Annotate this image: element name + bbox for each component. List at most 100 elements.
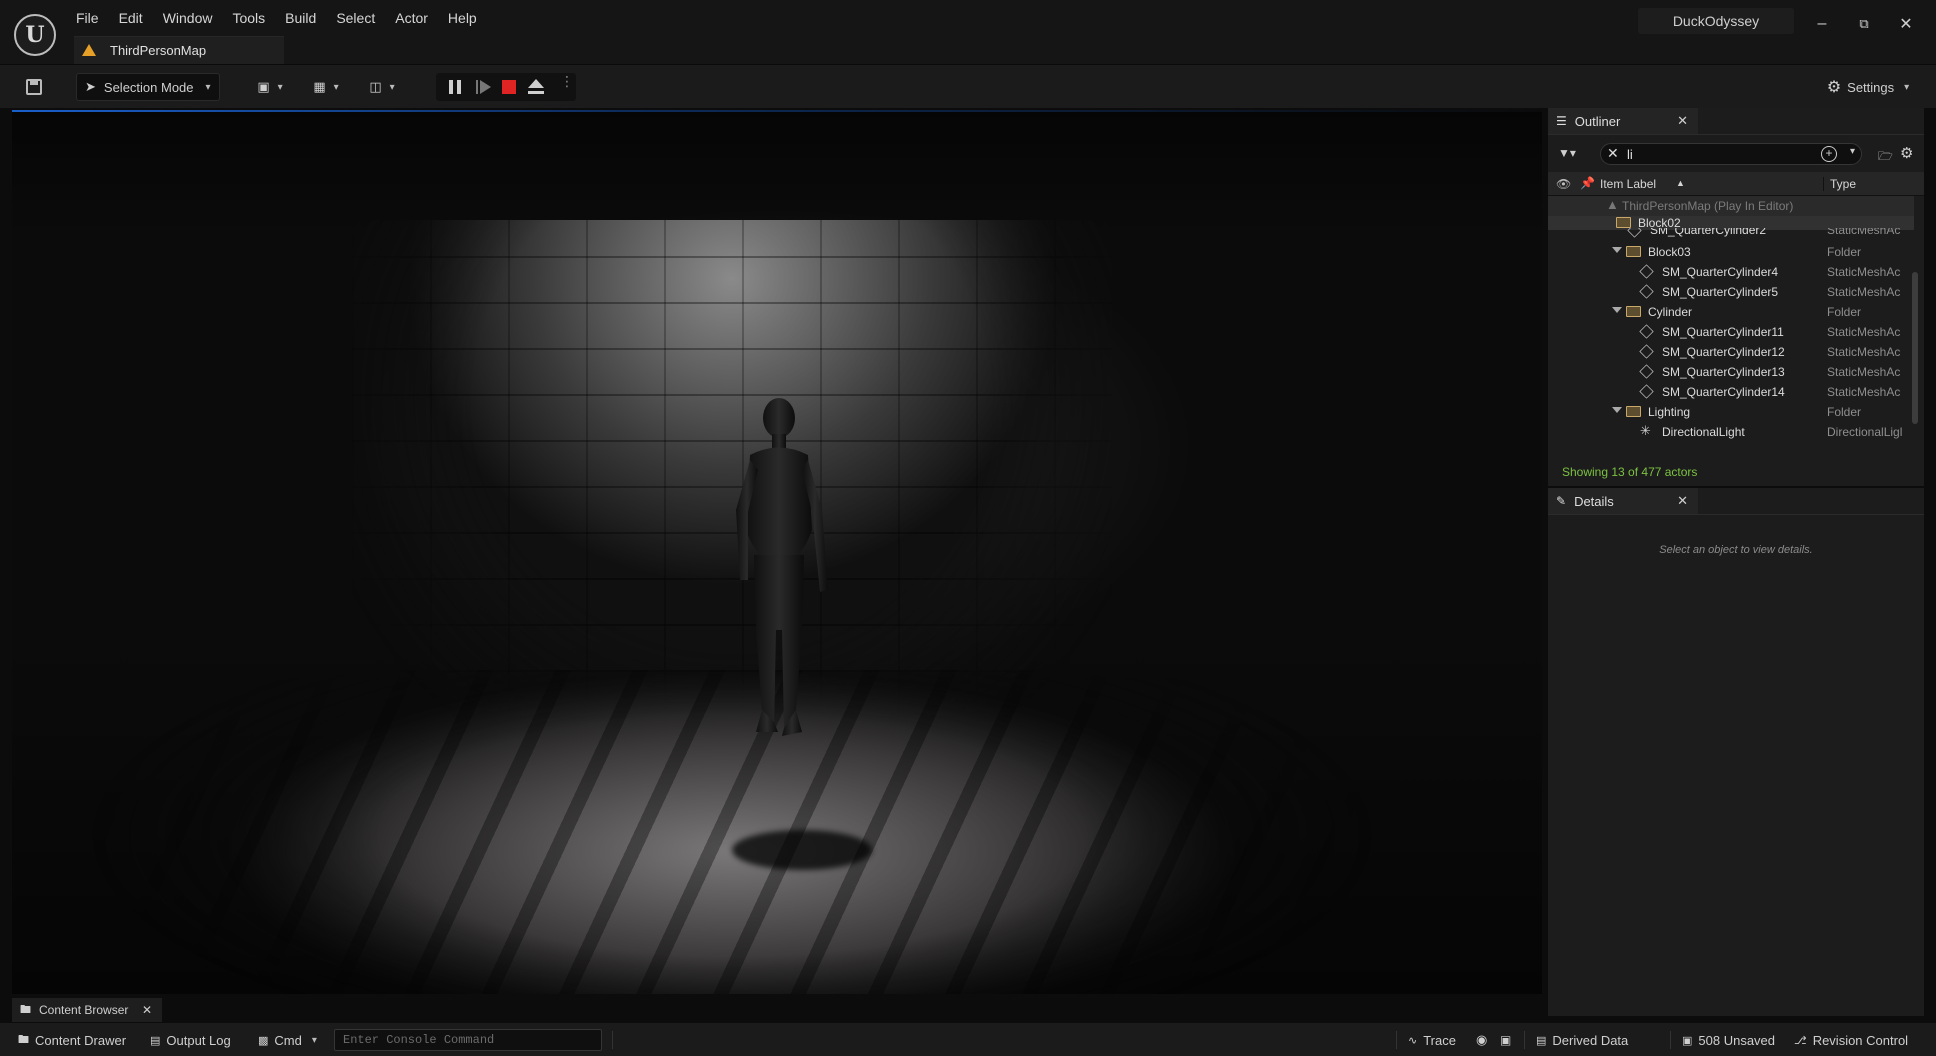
selection-mode-dropdown[interactable]: ➤ Selection Mode ▾ [76, 73, 220, 101]
static-mesh-icon [1639, 264, 1654, 279]
outliner-tab-label: Outliner [1574, 113, 1621, 129]
tree-row-folder[interactable]: Cylinder Folder [1548, 302, 1914, 322]
tree-row-actor[interactable]: SM_QuarterCylinder4 StaticMeshAc [1548, 262, 1914, 282]
tree-row-folder[interactable]: Block03 Folder [1548, 242, 1914, 262]
revision-control-label: Revision Control [1812, 1032, 1909, 1048]
row-type: StaticMeshAc [1827, 365, 1901, 379]
stop-icon[interactable] [502, 80, 516, 94]
tree-row-world[interactable]: ▲ ThirdPersonMap (Play In Editor) [1548, 196, 1914, 216]
revision-control-button[interactable]: ⎇ Revision Control [1794, 1031, 1908, 1049]
outliner-search-input[interactable] [1627, 146, 1797, 162]
row-name: SM_QuarterCylinder2 [1650, 228, 1767, 237]
outliner-search[interactable]: ✕ + ▾ [1600, 143, 1862, 165]
static-mesh-icon [1639, 384, 1654, 399]
details-tab-label: Details [1574, 493, 1614, 509]
trace-button[interactable]: ∿ Trace [1408, 1031, 1456, 1049]
clear-search-icon[interactable]: ✕ [1607, 145, 1619, 162]
level-viewport[interactable] [12, 110, 1542, 994]
visibility-icon[interactable]: 👁 [1556, 177, 1571, 191]
directional-light-icon: ✳ [1640, 423, 1651, 438]
play-controls: ⋮ [436, 73, 576, 101]
close-tab-icon[interactable]: ✕ [142, 1003, 152, 1017]
step-frame-icon[interactable] [476, 79, 492, 95]
expand-arrow-icon[interactable] [1612, 407, 1622, 413]
add-folder-icon[interactable]: 🗁 [1878, 147, 1893, 168]
world-icon: ▲ [1606, 197, 1619, 212]
cmd-dropdown[interactable]: ▩ Cmd ▾ [258, 1031, 317, 1049]
tree-row-actor[interactable]: ✳ DirectionalLight DirectionalLigl [1548, 422, 1914, 442]
outliner-scrollbar[interactable] [1912, 272, 1918, 424]
save-button[interactable] [20, 73, 48, 101]
menu-tools[interactable]: Tools [222, 8, 275, 30]
details-empty-message: Select an object to view details. [1659, 544, 1813, 556]
gear-icon[interactable]: ⚙ [1900, 144, 1913, 162]
menu-file[interactable]: File [66, 8, 109, 30]
row-name: SM_QuarterCylinder11 [1662, 325, 1784, 339]
derived-data-button[interactable]: ▤ Derived Data [1536, 1031, 1628, 1049]
tree-row-actor[interactable]: SM_QuarterCylinder5 StaticMeshAc [1548, 282, 1914, 302]
close-tab-icon[interactable]: ✕ [1677, 113, 1688, 129]
warning-icon [82, 43, 98, 58]
chevron-down-icon: ▾ [1904, 81, 1910, 93]
close-tab-icon[interactable]: ✕ [1677, 493, 1688, 509]
cinematics-button[interactable]: ◫ ▾ [362, 73, 402, 101]
close-window-icon[interactable]: ✕ [1886, 12, 1926, 36]
menu-build[interactable]: Build [275, 8, 326, 30]
filter-icon[interactable]: ▼▾ [1558, 146, 1580, 164]
tree-row-actor[interactable]: SM_QuarterCylinder12 StaticMeshAc [1548, 342, 1914, 362]
save-icon [26, 79, 42, 95]
more-options-icon[interactable]: ⋮ [560, 74, 574, 88]
pause-icon[interactable] [448, 80, 462, 94]
content-browser-tab[interactable]: 🖿 Content Browser ✕ [12, 998, 162, 1022]
content-drawer-button[interactable]: 🖿 Content Drawer [18, 1031, 126, 1049]
clapperboard-icon: ◫ [369, 79, 382, 94]
add-actor-button[interactable]: ▣ ▾ [250, 73, 290, 101]
chevron-down-icon[interactable]: ▾ [1850, 146, 1855, 157]
divider [1670, 1031, 1671, 1049]
details-tab[interactable]: ✎ Details ✕ [1548, 488, 1698, 514]
row-type: Folder [1827, 245, 1862, 259]
unsaved-button[interactable]: ▣ 508 Unsaved [1682, 1031, 1775, 1049]
tree-row-actor[interactable]: SM_QuarterCylinder13 StaticMeshAc [1548, 362, 1914, 382]
menu-help[interactable]: Help [438, 8, 487, 30]
tree-row-actor[interactable]: SM_QuarterCylinder2 StaticMeshAc [1548, 228, 1914, 242]
screenshot-button[interactable]: ▣ [1500, 1031, 1511, 1049]
expand-arrow-icon[interactable] [1612, 247, 1622, 253]
menu-edit[interactable]: Edit [109, 8, 153, 30]
record-button[interactable]: ◉ [1476, 1031, 1487, 1049]
map-tab[interactable]: ThirdPersonMap [74, 36, 284, 64]
settings-button[interactable]: ⚙ Settings ▾ [1820, 73, 1916, 101]
static-mesh-icon [1639, 364, 1654, 379]
console-command-field[interactable] [334, 1029, 602, 1051]
unreal-logo-icon[interactable]: U [14, 14, 56, 56]
minimize-icon[interactable]: – [1802, 12, 1842, 36]
restore-icon[interactable]: ⧉ [1844, 12, 1884, 36]
pin-icon[interactable]: 📌 [1580, 176, 1595, 190]
menu-window[interactable]: Window [153, 8, 223, 30]
output-log-button[interactable]: ▤ Output Log [150, 1031, 231, 1049]
outliner-column-header: 👁 📌 Item Label ▲ Type [1548, 172, 1924, 196]
log-icon: ▤ [150, 1034, 161, 1047]
column-type[interactable]: Type [1823, 177, 1856, 191]
folder-icon [1626, 306, 1641, 317]
tree-row-folder[interactable]: Lighting Folder [1548, 402, 1914, 422]
row-name: ThirdPersonMap (Play In Editor) [1622, 199, 1794, 213]
menu-actor[interactable]: Actor [385, 8, 438, 30]
tree-row-actor[interactable]: SM_QuarterCylinder14 StaticMeshAc [1548, 382, 1914, 402]
column-item-label[interactable]: Item Label [1600, 177, 1656, 191]
tree-row-actor[interactable]: SM_QuarterCylinder11 StaticMeshAc [1548, 322, 1914, 342]
record-icon: ◉ [1476, 1032, 1488, 1047]
eject-icon[interactable] [528, 79, 544, 95]
row-type: StaticMeshAc [1827, 228, 1901, 237]
expand-arrow-icon[interactable] [1612, 307, 1622, 313]
menu-select[interactable]: Select [326, 8, 385, 30]
outliner-filter-row: ▼▾ ✕ + ▾ 🗁 ⚙ [1548, 140, 1924, 170]
blueprint-button[interactable]: ▦ ▾ [306, 73, 346, 101]
sort-ascending-icon: ▲ [1676, 178, 1685, 188]
outliner-tab[interactable]: ☰ Outliner ✕ [1548, 108, 1698, 134]
chevron-down-icon: ▾ [333, 81, 339, 93]
row-name: Lighting [1648, 405, 1691, 419]
console-command-input[interactable] [335, 1030, 601, 1050]
add-filter-icon[interactable]: + [1821, 146, 1837, 162]
trace-icon: ∿ [1408, 1034, 1418, 1047]
